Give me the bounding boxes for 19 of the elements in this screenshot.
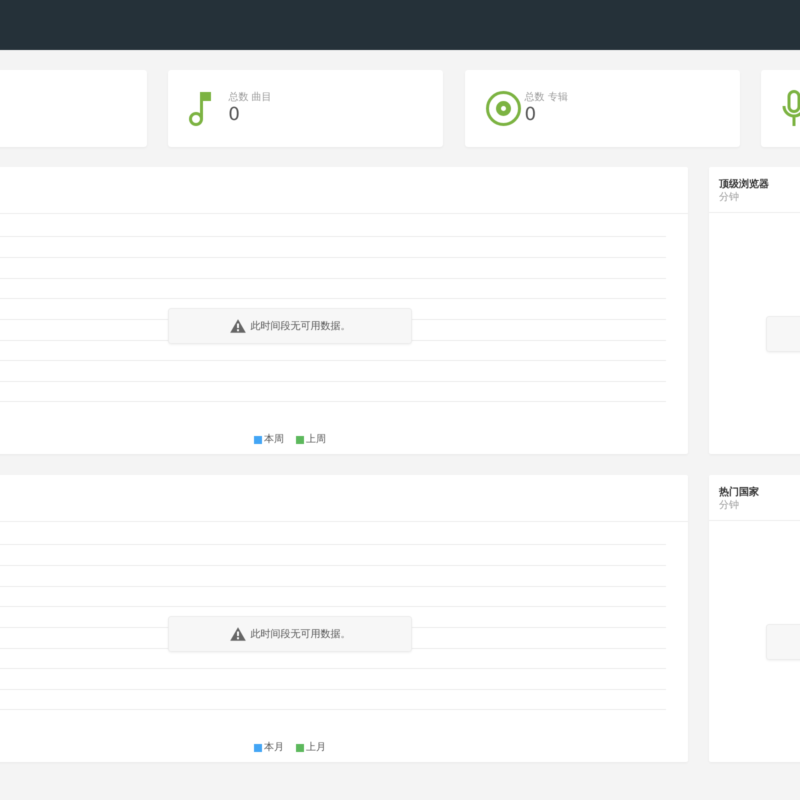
legend-label: 本月 xyxy=(264,741,284,755)
notice-text: 此时间段无可用数据。 xyxy=(250,320,350,333)
stat-label: 总数 专辑 xyxy=(524,91,568,104)
stat-label: 总数 曲目 xyxy=(228,91,272,104)
panel-title: 顶级浏览器 xyxy=(719,178,769,191)
disc-icon xyxy=(486,91,521,126)
legend-label: 本周 xyxy=(264,433,284,447)
notice-text: 此时间段无可用数据。 xyxy=(250,628,350,641)
music-note-icon xyxy=(189,90,212,126)
microphone-icon xyxy=(782,90,800,127)
warning-icon xyxy=(230,627,246,641)
panel-subtitle: 分钟 xyxy=(719,191,739,204)
legend-label: 上月 xyxy=(306,741,326,755)
warning-icon xyxy=(230,319,246,333)
stat-value: 0 xyxy=(524,104,538,126)
legend-label: 上周 xyxy=(306,433,326,447)
panel-title: 热门国家 xyxy=(719,486,759,499)
stat-value: 0 xyxy=(228,104,241,126)
panel-subtitle: 分钟 xyxy=(719,499,739,512)
